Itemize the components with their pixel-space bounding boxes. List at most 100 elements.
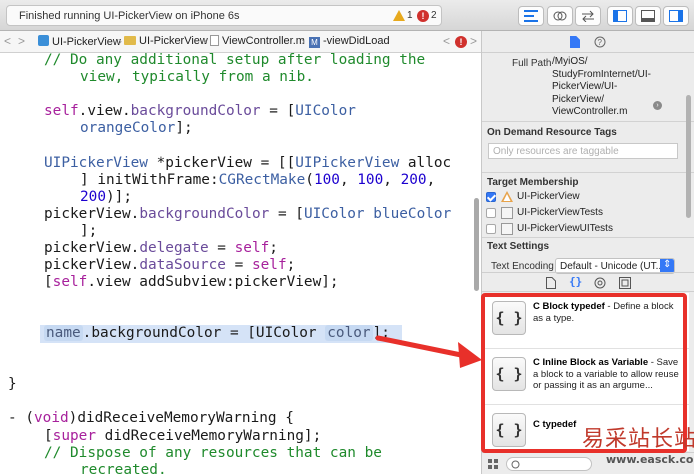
code-line: self.view.backgroundColor = [UIColor [44, 103, 356, 119]
text-encoding-label: Text Encoding [491, 261, 554, 272]
inspector-tabs: ? [482, 31, 694, 53]
file-inspector-icon[interactable] [570, 36, 580, 48]
rings-icon [553, 11, 567, 21]
arrows-swap-icon [582, 10, 594, 23]
jump-bar: < > UI-PickerView › UI-PickerView › View… [0, 31, 481, 53]
code-comment: // Do any additional setup after loading… [44, 53, 426, 68]
code-line: [self.view addSubview:pickerView]; [44, 274, 339, 290]
m-file-icon [210, 35, 219, 46]
error-icon[interactable]: ! [417, 10, 429, 22]
name-placeholder-token[interactable]: name [44, 325, 83, 341]
test-bundle-icon [501, 207, 513, 219]
target-name-tests: UI-PickerViewTests [517, 207, 603, 218]
snippet-description: C Inline Block as Variable - Save a bloc… [533, 357, 679, 391]
filter-icon [511, 460, 520, 469]
method-icon: M [309, 37, 320, 48]
path-separator-icon: › [301, 34, 305, 48]
media-library-icon[interactable] [619, 277, 631, 289]
full-path-value: /MyiOS/ StudyFromInternet/UI- PickerView… [552, 56, 651, 117]
code-comment: recreated. [80, 462, 167, 474]
code-comment: // Dispose of any resources that can be [44, 445, 382, 461]
jump-bar-group[interactable]: UI-PickerView [124, 35, 208, 47]
activity-viewer[interactable]: Finished running UI-PickerView on iPhone… [6, 5, 442, 26]
jump-bar-project[interactable]: UI-PickerView [38, 35, 121, 48]
code-line: orangeColor]; [80, 120, 193, 136]
jump-bar-file[interactable]: ViewController.m [210, 35, 305, 47]
snippet-description: C Block typedef - Define a block as a ty… [533, 301, 674, 324]
section-divider [482, 172, 694, 173]
on-demand-resource-tags-title: On Demand Resource Tags [487, 127, 617, 138]
target-membership-title: Target Membership [487, 177, 579, 188]
reveal-in-finder-icon[interactable]: › [653, 101, 662, 110]
watermark-logo-text: 易采站长站 [582, 427, 694, 452]
right-panel-icon [669, 10, 683, 22]
color-placeholder-token[interactable]: color [325, 325, 373, 341]
app-target-icon [501, 191, 513, 202]
watermark-url: www.easck.com [606, 453, 694, 466]
svg-text:?: ? [598, 38, 603, 47]
back-chevron-icon[interactable]: < [4, 34, 11, 48]
target-checkbox-uitests[interactable] [486, 224, 496, 234]
toggle-navigator-button[interactable] [607, 6, 633, 26]
bottom-panel-icon [641, 10, 655, 22]
target-name-app: UI-PickerView [517, 191, 580, 202]
project-icon [38, 35, 49, 46]
forward-chevron-icon[interactable]: > [18, 34, 25, 48]
window-toolbar: Finished running UI-PickerView on iPhone… [0, 0, 694, 31]
code-line: ] initWithFrame:CGRectMake(100, 100, 200… [80, 172, 436, 188]
code-comment: view, typically from a nib. [80, 69, 314, 85]
next-issue-icon[interactable]: > [470, 34, 477, 48]
snippet-item[interactable]: { } C Block typedef - Define a block as … [484, 293, 689, 349]
folder-icon [124, 36, 136, 45]
utilities-area: ? Full Path /MyiOS/ StudyFromInternet/UI… [481, 31, 694, 474]
snippet-braces-icon: { } [492, 413, 526, 447]
code-line: - (void)didReceiveMemoryWarning { [8, 410, 294, 426]
target-name-uitests: UI-PickerViewUITests [517, 223, 613, 234]
version-editor-button[interactable] [575, 6, 601, 26]
full-path-label: Full Path [512, 58, 552, 69]
path-separator-icon: › [203, 34, 207, 48]
file-template-library-icon[interactable] [546, 277, 556, 289]
activity-status-text: Finished running UI-PickerView on iPhone… [19, 10, 240, 22]
assistant-editor-button[interactable] [547, 6, 573, 26]
snippet-braces-icon: { } [492, 301, 526, 335]
object-library-icon[interactable] [594, 277, 606, 289]
ui-test-bundle-icon [501, 223, 513, 235]
jump-bar-method[interactable]: M -viewDidLoad [309, 35, 390, 48]
text-settings-title: Text Settings [487, 241, 550, 252]
issue-error-icon[interactable]: ! [455, 36, 467, 48]
target-checkbox-tests[interactable] [486, 208, 496, 218]
site-watermark: 易采站长站 www.easck.com [570, 419, 694, 474]
error-count[interactable]: 2 [431, 10, 437, 21]
grid-view-icon[interactable] [488, 459, 498, 469]
source-editor[interactable]: // Do any additional setup after loading… [0, 53, 481, 474]
toggle-utilities-button[interactable] [663, 6, 689, 26]
code-line: ]; [80, 223, 98, 239]
code-line: pickerView.dataSource = self; [44, 257, 296, 273]
standard-editor-button[interactable] [518, 6, 544, 26]
editor-scrollbar[interactable] [474, 198, 479, 291]
path-separator-icon: › [118, 34, 122, 48]
resource-tags-field: Only resources are taggable [488, 143, 678, 159]
code-snippet-library-icon[interactable]: {} [569, 275, 582, 288]
library-tabs: {} [482, 272, 694, 292]
code-line: UIPickerView *pickerView = [[UIPickerVie… [44, 155, 452, 171]
left-panel-icon [613, 10, 627, 22]
section-divider [482, 237, 694, 238]
snippet-braces-icon: { } [492, 357, 526, 391]
annotation-arrow-icon [375, 335, 482, 368]
warning-icon[interactable] [393, 10, 405, 21]
snippet-item[interactable]: { } C Inline Block as Variable - Save a … [484, 349, 689, 405]
select-arrows-icon [660, 259, 674, 273]
code-line: pickerView.delegate = self; [44, 240, 278, 256]
previous-issue-icon[interactable]: < [443, 34, 450, 48]
quick-help-icon[interactable]: ? [594, 36, 606, 48]
target-checkbox-app[interactable] [486, 192, 496, 202]
toggle-debug-area-button[interactable] [635, 6, 661, 26]
code-line: [super didReceiveMemoryWarning]; [44, 428, 322, 444]
inserted-snippet-line: name .backgroundColor = [UIColor color]; [44, 325, 390, 341]
code-line: } [8, 376, 17, 392]
inspector-scrollbar[interactable] [686, 95, 691, 218]
warning-count[interactable]: 1 [407, 10, 413, 21]
align-lines-icon [524, 10, 538, 22]
